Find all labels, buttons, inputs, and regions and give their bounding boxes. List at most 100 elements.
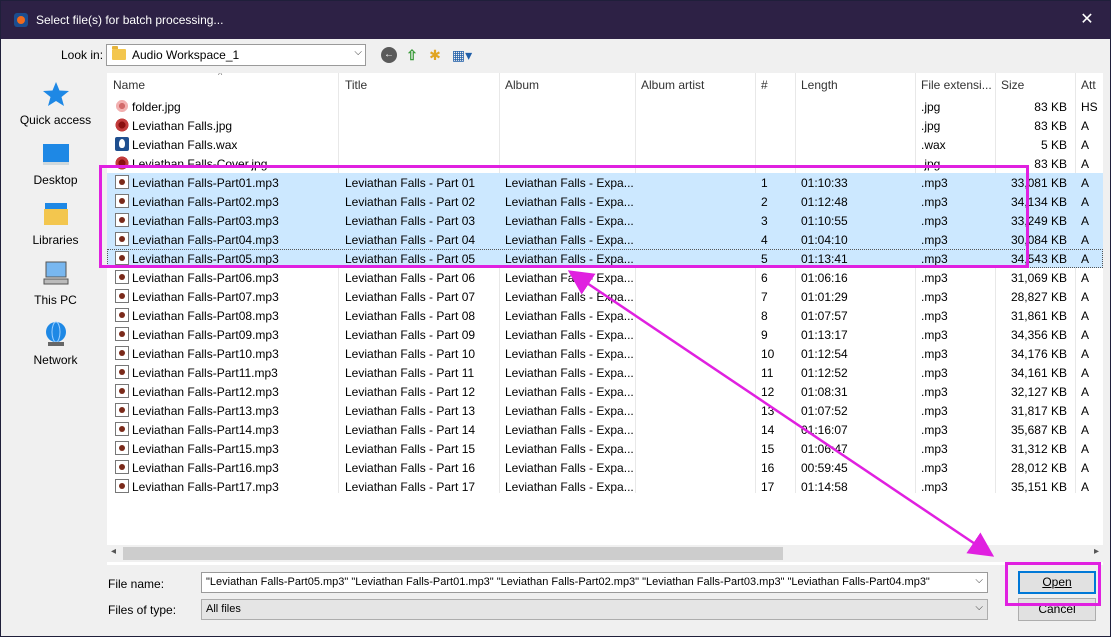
back-arrow-icon: ← bbox=[381, 47, 397, 63]
cell-attributes: A bbox=[1081, 461, 1090, 475]
cell-length: 00:59:45 bbox=[801, 461, 848, 475]
place-label: Network bbox=[33, 353, 78, 367]
scroll-right-icon[interactable]: ▸ bbox=[1094, 546, 1099, 557]
cell-album: Leviathan Falls - Expa... bbox=[505, 442, 633, 456]
column-header-attributes[interactable]: Att bbox=[1081, 78, 1096, 92]
chevron-down-icon[interactable]: ⌵ bbox=[975, 575, 983, 586]
view-menu-button[interactable]: ▦▾ bbox=[449, 45, 475, 65]
cell-attributes: A bbox=[1081, 119, 1090, 133]
cell-track-number: 14 bbox=[761, 423, 775, 437]
files-of-type-label: Files of type: bbox=[108, 603, 177, 617]
cell-size: 83 KB bbox=[1034, 157, 1067, 171]
column-header-length[interactable]: Length bbox=[801, 78, 838, 92]
cell-track-number: 12 bbox=[761, 385, 775, 399]
mp3-file-icon bbox=[115, 346, 129, 360]
cell-attributes: A bbox=[1081, 442, 1090, 456]
file-name-input[interactable]: "Leviathan Falls-Part05.mp3" "Leviathan … bbox=[201, 572, 988, 593]
cell-track-number: 13 bbox=[761, 404, 775, 418]
scroll-left-icon[interactable]: ◂ bbox=[111, 546, 116, 557]
place-network[interactable]: Network bbox=[6, 313, 105, 371]
cell-file-name: Leviathan Falls-Part09.mp3 bbox=[132, 328, 279, 342]
cell-size: 34,176 KB bbox=[1010, 347, 1067, 361]
cell-title: Leviathan Falls - Part 10 bbox=[345, 347, 476, 361]
cell-file-name: Leviathan Falls.jpg bbox=[132, 119, 233, 133]
cell-title: Leviathan Falls - Part 12 bbox=[345, 385, 476, 399]
file-row[interactable]: Leviathan Falls.jpg .jpg 83 KB A bbox=[107, 116, 1103, 135]
cell-file-name: folder.jpg bbox=[132, 100, 181, 114]
cell-length: 01:06:16 bbox=[801, 271, 848, 285]
cell-album: Leviathan Falls - Expa... bbox=[505, 347, 633, 361]
place-label: Libraries bbox=[32, 233, 79, 247]
new-folder-button[interactable]: ✱ bbox=[425, 45, 445, 65]
files-of-type-select[interactable]: All files ⌵ bbox=[201, 599, 988, 620]
file-row[interactable]: Leviathan Falls-Part14.mp3 Leviathan Fall… bbox=[107, 420, 1103, 439]
cell-length: 01:01:29 bbox=[801, 290, 848, 304]
file-row[interactable]: Leviathan Falls-Part13.mp3 Leviathan Fall… bbox=[107, 401, 1103, 420]
file-row[interactable]: folder.jpg .jpg 83 KB HS bbox=[107, 97, 1103, 116]
horizontal-scrollbar[interactable]: ◂ ▸ bbox=[107, 545, 1103, 562]
sort-ascending-icon: ^ bbox=[218, 73, 223, 80]
file-row[interactable]: Leviathan Falls-Part09.mp3 Leviathan Fall… bbox=[107, 325, 1103, 344]
cell-attributes: A bbox=[1081, 252, 1090, 266]
up-one-level-button[interactable]: ⇧ bbox=[402, 45, 422, 65]
file-row[interactable]: Leviathan Falls-Part17.mp3 Leviathan Fall… bbox=[107, 477, 1103, 496]
back-button[interactable]: ← bbox=[379, 45, 399, 65]
file-row[interactable]: Leviathan Falls-Part08.mp3 Leviathan Fall… bbox=[107, 306, 1103, 325]
cell-file-name: Leviathan Falls-Part06.mp3 bbox=[132, 271, 279, 285]
column-header-track-number[interactable]: # bbox=[761, 78, 768, 92]
cell-size: 28,012 KB bbox=[1010, 461, 1067, 475]
mp3-file-icon bbox=[115, 327, 129, 341]
cell-attributes: A bbox=[1081, 423, 1090, 437]
file-row[interactable]: Leviathan Falls-Part07.mp3 Leviathan Fall… bbox=[107, 287, 1103, 306]
file-row[interactable]: Leviathan Falls.wax .wax 5 KB A bbox=[107, 135, 1103, 154]
scrollbar-thumb[interactable] bbox=[123, 547, 783, 560]
cell-length: 01:13:17 bbox=[801, 328, 848, 342]
cell-attributes: A bbox=[1081, 195, 1090, 209]
column-header-album[interactable]: Album bbox=[505, 78, 539, 92]
place-this-pc[interactable]: This PC bbox=[6, 253, 105, 311]
chevron-down-icon: ⌵ bbox=[354, 47, 362, 58]
cell-extension: .mp3 bbox=[921, 442, 948, 456]
cell-file-name: Leviathan Falls-Part15.mp3 bbox=[132, 442, 279, 456]
column-header-title[interactable]: Title bbox=[345, 78, 367, 92]
cell-track-number: 15 bbox=[761, 442, 775, 456]
cell-attributes: A bbox=[1081, 157, 1090, 171]
cell-album: Leviathan Falls - Expa... bbox=[505, 290, 633, 304]
close-icon[interactable]: ✕ bbox=[1064, 1, 1110, 39]
cell-size: 32,127 KB bbox=[1010, 385, 1067, 399]
file-row[interactable]: Leviathan Falls-Part15.mp3 Leviathan Fall… bbox=[107, 439, 1103, 458]
cell-album: Leviathan Falls - Expa... bbox=[505, 309, 633, 323]
place-libraries[interactable]: Libraries bbox=[6, 193, 105, 251]
cell-file-name: Leviathan Falls-Part14.mp3 bbox=[132, 423, 279, 437]
cell-attributes: A bbox=[1081, 138, 1090, 152]
cell-track-number: 6 bbox=[761, 271, 768, 285]
place-desktop[interactable]: Desktop bbox=[6, 133, 105, 191]
column-header-size[interactable]: Size bbox=[1001, 78, 1024, 92]
file-row[interactable]: Leviathan Falls-Part12.mp3 Leviathan Fall… bbox=[107, 382, 1103, 401]
cell-extension: .jpg bbox=[921, 100, 941, 114]
cell-size: 34,356 KB bbox=[1010, 328, 1067, 342]
column-header-file-extension[interactable]: File extensi... bbox=[921, 78, 992, 92]
look-in-dropdown[interactable]: Audio Workspace_1 ⌵ bbox=[106, 44, 366, 66]
file-row[interactable]: Leviathan Falls-Part11.mp3 Leviathan Fall… bbox=[107, 363, 1103, 382]
view-menu-icon: ▦▾ bbox=[451, 46, 473, 63]
mp3-file-icon bbox=[115, 441, 129, 455]
file-row[interactable]: Leviathan Falls-Part10.mp3 Leviathan Fall… bbox=[107, 344, 1103, 363]
cell-extension: .mp3 bbox=[921, 290, 948, 304]
cell-title: Leviathan Falls - Part 11 bbox=[345, 366, 475, 380]
cell-length: 01:08:31 bbox=[801, 385, 848, 399]
column-header-name[interactable]: Name bbox=[113, 78, 145, 92]
cell-album: Leviathan Falls - Expa... bbox=[505, 480, 633, 494]
cell-track-number: 16 bbox=[761, 461, 775, 475]
cell-track-number: 7 bbox=[761, 290, 768, 304]
cell-length: 01:07:52 bbox=[801, 404, 848, 418]
cell-title: Leviathan Falls - Part 14 bbox=[345, 423, 476, 437]
file-row[interactable]: Leviathan Falls-Part16.mp3 Leviathan Fall… bbox=[107, 458, 1103, 477]
place-quick-access[interactable]: Quick access bbox=[6, 73, 105, 131]
cell-title: Leviathan Falls - Part 15 bbox=[345, 442, 476, 456]
cell-title: Leviathan Falls - Part 09 bbox=[345, 328, 476, 342]
file-list[interactable]: ^ Name Title Album Album artist # Length… bbox=[107, 73, 1103, 565]
column-header-album-artist[interactable]: Album artist bbox=[641, 78, 704, 92]
cell-attributes: A bbox=[1081, 176, 1090, 190]
file-row[interactable]: Leviathan Falls-Part06.mp3 Leviathan Fall… bbox=[107, 268, 1103, 287]
